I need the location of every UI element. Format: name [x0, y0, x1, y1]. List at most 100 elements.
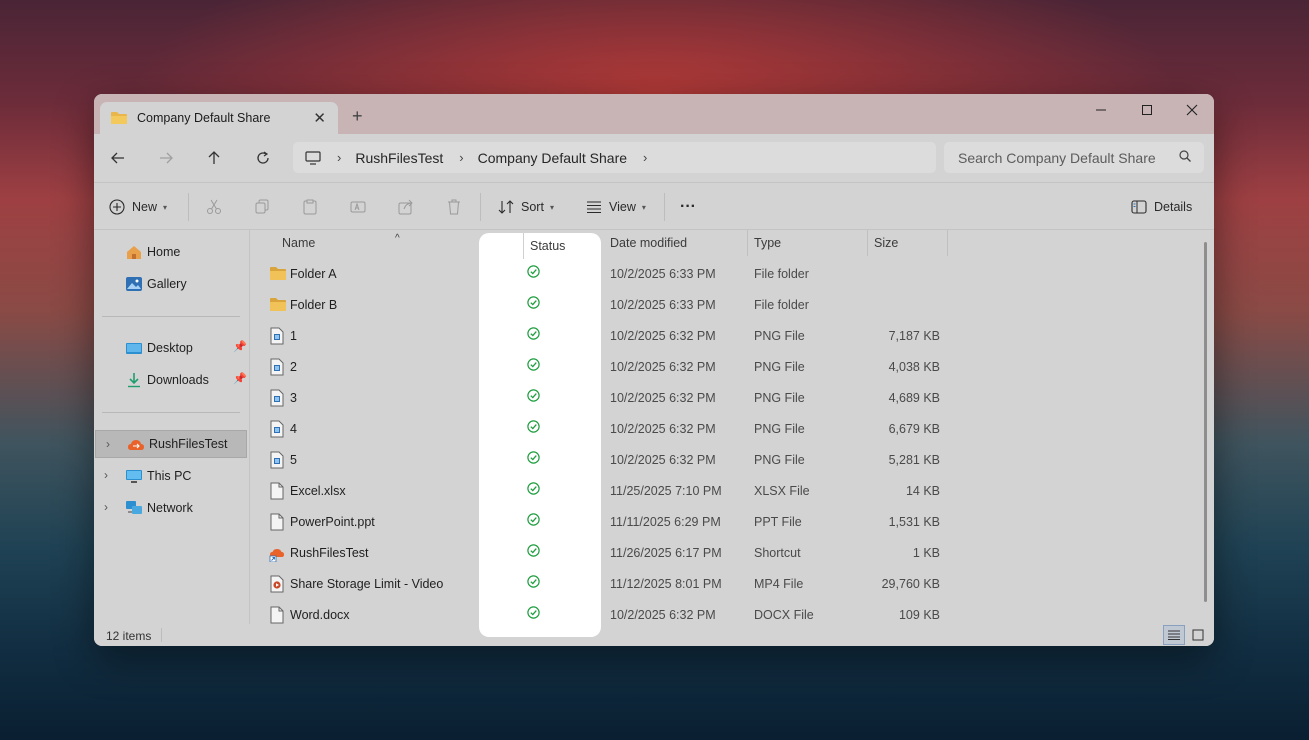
- synced-check-icon: [527, 389, 540, 402]
- table-row[interactable]: 2 10/2/2025 6:32 PM PNG File 4,038 KB: [251, 352, 1211, 383]
- chevron-right-icon[interactable]: ›: [104, 500, 108, 514]
- document-file-icon: [269, 606, 285, 624]
- table-row[interactable]: 5 10/2/2025 6:32 PM PNG File 5,281 KB: [251, 445, 1211, 476]
- column-divider[interactable]: [867, 230, 868, 256]
- chevron-right-icon[interactable]: ›: [106, 437, 110, 451]
- details-pane-button[interactable]: Details: [1131, 183, 1192, 231]
- chevron-right-icon: ›: [337, 150, 342, 165]
- file-name: Folder B: [290, 298, 338, 312]
- column-divider[interactable]: [523, 233, 524, 259]
- column-header-size[interactable]: Size: [874, 230, 898, 256]
- sidebar-item-desktop[interactable]: Desktop 📌: [94, 334, 249, 362]
- sidebar-item-home[interactable]: Home: [94, 238, 249, 266]
- sidebar-item-rushfilestest[interactable]: › RushFilesTest: [95, 430, 247, 458]
- column-header-date[interactable]: Date modified: [610, 230, 687, 256]
- file-type: DOCX File: [754, 608, 814, 622]
- paste-button[interactable]: [302, 183, 318, 231]
- file-size: 109 KB: [898, 608, 940, 622]
- synced-check-icon: [527, 265, 540, 278]
- pin-icon[interactable]: 📌: [233, 372, 247, 385]
- file-size: 1 KB: [912, 546, 940, 560]
- file-date-modified: 10/2/2025 6:32 PM: [610, 608, 716, 622]
- gallery-icon: [126, 277, 142, 291]
- table-row[interactable]: RushFilesTest 11/26/2025 6:17 PM Shortcut 1…: [251, 538, 1211, 569]
- rename-button[interactable]: [350, 183, 366, 231]
- column-header-name[interactable]: Name: [282, 230, 315, 256]
- file-date-modified: 10/2/2025 6:33 PM: [610, 267, 716, 281]
- breadcrumb-company-default-share[interactable]: Company Default Share: [478, 150, 627, 166]
- view-button[interactable]: View ▾: [586, 183, 646, 231]
- trash-icon: [448, 199, 460, 215]
- table-row[interactable]: Folder A 10/2/2025 6:33 PM File folder: [251, 259, 1211, 290]
- status-bar: 12 items: [94, 624, 1214, 646]
- copy-icon: [255, 199, 269, 214]
- new-tab-button[interactable]: +: [352, 106, 363, 127]
- table-row[interactable]: Folder B 10/2/2025 6:33 PM File folder: [251, 290, 1211, 321]
- chevron-right-icon[interactable]: ›: [643, 150, 647, 165]
- column-header-type[interactable]: Type: [754, 230, 781, 256]
- search-icon: [1179, 150, 1191, 162]
- sidebar-item-label: This PC: [147, 469, 192, 483]
- maximize-button[interactable]: [1124, 94, 1170, 126]
- maximize-icon: [1142, 105, 1152, 115]
- table-row[interactable]: PowerPoint.ppt 11/11/2025 6:29 PM PPT File…: [251, 507, 1211, 538]
- close-tab-icon[interactable]: ✕: [313, 109, 326, 127]
- refresh-button[interactable]: [251, 146, 275, 170]
- breadcrumb-rushfilestest[interactable]: RushFilesTest: [355, 150, 443, 166]
- new-label: New: [132, 200, 158, 214]
- table-row[interactable]: 1 10/2/2025 6:32 PM PNG File 7,187 KB: [251, 321, 1211, 352]
- synced-check-icon: [527, 451, 540, 464]
- vertical-scrollbar[interactable]: [1204, 242, 1207, 602]
- address-bar[interactable]: › RushFilesTest › Company Default Share …: [293, 142, 936, 173]
- table-row[interactable]: 3 10/2/2025 6:32 PM PNG File 4,689 KB: [251, 383, 1211, 414]
- file-type: XLSX File: [754, 484, 810, 498]
- arrow-up-icon: [208, 151, 220, 164]
- table-row[interactable]: Share Storage Limit - Video 11/12/2025 8:…: [251, 569, 1211, 600]
- up-button[interactable]: [202, 146, 226, 170]
- chevron-right-icon[interactable]: ›: [104, 468, 108, 482]
- close-window-button[interactable]: [1169, 94, 1214, 126]
- status-column-highlight: Status: [479, 233, 601, 637]
- share-button[interactable]: [398, 183, 414, 231]
- delete-button[interactable]: [446, 183, 462, 231]
- view-list-icon: [587, 201, 601, 213]
- sidebar-item-this-pc[interactable]: › This PC: [94, 462, 249, 490]
- copy-button[interactable]: [254, 183, 270, 231]
- sidebar-item-downloads[interactable]: Downloads 📌: [94, 366, 249, 394]
- minimize-button[interactable]: [1078, 94, 1124, 126]
- chevron-down-icon: ▾: [163, 202, 168, 212]
- sort-button[interactable]: Sort ▾: [498, 183, 554, 231]
- file-type: File folder: [754, 267, 809, 281]
- file-name: Excel.xlsx: [290, 484, 346, 498]
- downloads-icon: [128, 373, 140, 388]
- new-button[interactable]: New ▾: [109, 183, 167, 231]
- table-row[interactable]: 4 10/2/2025 6:32 PM PNG File 6,679 KB: [251, 414, 1211, 445]
- status-bar-divider: [161, 628, 162, 642]
- table-row[interactable]: Excel.xlsx 11/25/2025 7:10 PM XLSX File 14 …: [251, 476, 1211, 507]
- forward-button[interactable]: [154, 146, 178, 170]
- chevron-right-icon: ›: [459, 150, 464, 165]
- column-divider[interactable]: [747, 230, 748, 256]
- image-file-icon: [269, 327, 285, 345]
- back-button[interactable]: [106, 146, 130, 170]
- tab-company-default-share[interactable]: Company Default Share ✕: [100, 102, 338, 134]
- arrow-left-icon: [111, 152, 124, 164]
- file-date-modified: 11/11/2025 6:29 PM: [610, 515, 721, 529]
- pin-icon[interactable]: 📌: [233, 340, 247, 353]
- file-name: 5: [290, 453, 297, 467]
- sidebar-item-gallery[interactable]: Gallery: [94, 270, 249, 298]
- column-header-status[interactable]: Status: [530, 239, 565, 253]
- file-type: PNG File: [754, 360, 805, 374]
- column-divider[interactable]: [947, 230, 948, 256]
- more-options-button[interactable]: ···: [680, 183, 696, 231]
- folder-icon: [111, 112, 127, 124]
- refresh-icon: [257, 151, 269, 164]
- search-input[interactable]: Search Company Default Share: [944, 142, 1204, 173]
- cut-button[interactable]: [206, 183, 222, 231]
- file-name: 4: [290, 422, 297, 436]
- tiles-view-button[interactable]: [1187, 625, 1209, 645]
- synced-check-icon: [527, 420, 540, 433]
- details-view-button[interactable]: [1163, 625, 1185, 645]
- file-explorer-window: Company Default Share ✕ + › RushFilesTes…: [94, 94, 1214, 646]
- sidebar-item-network[interactable]: › Network: [94, 494, 249, 522]
